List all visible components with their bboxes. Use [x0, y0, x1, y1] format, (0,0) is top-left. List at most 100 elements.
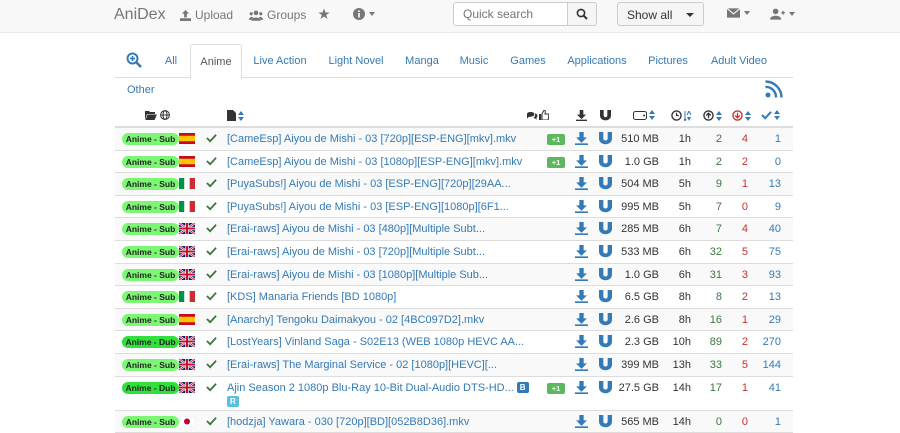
download-icon — [575, 267, 588, 281]
category-badge[interactable]: Anime - Sub — [122, 133, 179, 145]
torrent-title-link[interactable]: [Erai-raws] Aiyou de Mishi - 03 [720p][M… — [227, 246, 485, 258]
tab-applications[interactable]: Applications — [562, 44, 632, 78]
torrent-title-link[interactable]: [LostYears] Vinland Saga - S02E13 (WEB 1… — [227, 336, 524, 348]
download-button[interactable] — [575, 267, 588, 284]
user-dropdown[interactable] — [770, 8, 795, 20]
category-badge[interactable]: Anime - Sub — [122, 291, 179, 304]
category-badge[interactable]: Anime - Sub — [122, 178, 179, 191]
category-badge[interactable]: Anime - Dub — [122, 336, 179, 349]
torrent-title-link[interactable]: Ajin Season 2 1080p Blu-Ray 10-Bit Dual-… — [227, 381, 529, 408]
sort-seeders-button[interactable] — [703, 110, 722, 121]
torrent-title-link[interactable]: [CameEsp] Aiyou de Mishi - 03 [720p][ESP… — [227, 133, 516, 145]
magnet-link-button[interactable] — [599, 335, 612, 351]
download-button[interactable] — [575, 132, 588, 148]
groups-link[interactable]: Groups — [249, 8, 306, 22]
sort-age-button[interactable] — [671, 110, 692, 121]
category-badge[interactable]: Anime - Sub — [122, 358, 179, 371]
comment-count-badge[interactable]: +1 — [547, 382, 565, 394]
brand-logo[interactable]: AniDex — [114, 6, 166, 24]
download-button[interactable] — [575, 380, 588, 397]
magnet-link-button[interactable] — [599, 380, 612, 397]
checkmark-icon — [206, 292, 217, 301]
torrent-title-link[interactable]: [hodzja] Yawara - 030 [720p][BD][052B8D3… — [227, 416, 469, 428]
rss-feed-link[interactable] — [765, 80, 783, 101]
category-badge[interactable]: Anime - Sub — [122, 268, 179, 281]
flag-es-icon — [179, 313, 195, 325]
tag-badge: R — [227, 395, 239, 407]
torrent-title-link[interactable]: [PuyaSubs!] Aiyou de Mishi - 03 [ESP-ENG… — [227, 178, 511, 190]
torrent-title-link[interactable]: [Anarchy] Tengoku Daimakyou - 02 [4BC097… — [227, 314, 484, 326]
upload-link[interactable]: Upload — [180, 8, 233, 22]
search-input[interactable] — [453, 2, 568, 26]
download-button[interactable] — [575, 199, 588, 216]
tab-live-action[interactable]: Live Action — [249, 44, 311, 78]
magnet-link-button[interactable] — [599, 222, 612, 238]
torrent-age: 5h — [678, 200, 691, 213]
tab-pictures[interactable]: Pictures — [643, 44, 693, 78]
show-filter-select[interactable]: Show all — [617, 2, 704, 26]
flag-gb-icon — [179, 381, 195, 393]
upload-label: Upload — [195, 8, 234, 22]
download-button[interactable] — [575, 290, 588, 306]
download-button[interactable] — [575, 335, 588, 351]
magnet-link-button[interactable] — [599, 357, 612, 374]
torrent-title-link[interactable]: [Erai-raws] The Marginal Service - 02 [1… — [227, 359, 497, 371]
magnet-link-button[interactable] — [599, 290, 612, 306]
category-badge[interactable]: Anime - Dub — [122, 381, 179, 394]
category-badge[interactable]: Anime - Sub — [122, 200, 179, 213]
category-badge[interactable]: Anime - Sub — [122, 245, 179, 258]
magnet-link-button[interactable] — [599, 414, 612, 431]
seeders-count: 2 — [715, 133, 722, 145]
table-row: Anime - Sub [CameEsp] Aiyou de Mishi - 03… — [115, 151, 793, 174]
sort-leechers-button[interactable] — [732, 110, 751, 121]
info-dropdown[interactable] — [353, 8, 375, 20]
sort-category-button[interactable] — [145, 110, 170, 120]
torrent-title-link[interactable]: [KDS] Manaria Friends [BD 1080p] — [227, 291, 396, 303]
tab-all[interactable]: All — [155, 44, 187, 78]
magnet-link-button[interactable] — [599, 177, 612, 193]
magnet-link-button[interactable] — [599, 312, 612, 329]
messages-dropdown[interactable] — [727, 8, 750, 18]
sort-filename-button[interactable] — [227, 110, 244, 121]
tab-other[interactable]: Other — [127, 84, 155, 96]
download-icon — [575, 244, 588, 258]
download-button[interactable] — [575, 244, 588, 261]
category-badge[interactable]: Anime - Sub — [122, 313, 179, 326]
download-button[interactable] — [575, 414, 588, 431]
magnet-link-button[interactable] — [599, 154, 612, 171]
tab-anime[interactable]: Anime — [190, 44, 242, 79]
download-button[interactable] — [575, 177, 588, 193]
torrent-title-link[interactable]: [Erai-raws] Aiyou de Mishi - 03 [1080p][… — [227, 269, 488, 281]
advanced-search-button[interactable] — [123, 44, 145, 78]
comment-count-badge[interactable]: +1 — [547, 156, 565, 168]
sort-size-button[interactable] — [633, 110, 655, 120]
sort-completed-button[interactable] — [761, 110, 780, 120]
magnet-icon — [599, 267, 612, 280]
magnet-link-button[interactable] — [599, 132, 612, 148]
download-button[interactable] — [575, 222, 588, 238]
tab-music[interactable]: Music — [455, 44, 493, 78]
magnet-link-button[interactable] — [599, 244, 612, 261]
category-badge[interactable]: Anime - Sub — [122, 223, 179, 236]
magnet-link-button[interactable] — [599, 267, 612, 284]
tab-adult-video[interactable]: Adult Video — [705, 44, 773, 78]
torrent-size: 285 MB — [621, 223, 659, 236]
search-button[interactable] — [567, 2, 597, 26]
sort-comments-button[interactable] — [527, 110, 549, 120]
tab-games[interactable]: Games — [506, 44, 550, 78]
favorites-link[interactable] — [318, 8, 330, 20]
download-button[interactable] — [575, 154, 588, 171]
torrent-title-link[interactable]: [Erai-raws] Aiyou de Mishi - 03 [480p][M… — [227, 223, 485, 235]
torrent-title-link[interactable]: [CameEsp] Aiyou de Mishi - 03 [1080p][ES… — [227, 156, 522, 168]
magnet-link-button[interactable] — [599, 199, 612, 216]
comment-count-badge[interactable]: +1 — [547, 134, 565, 145]
tab-manga[interactable]: Manga — [401, 44, 443, 78]
leechers-count: 3 — [741, 268, 748, 281]
category-badge[interactable]: Anime - Sub — [122, 415, 179, 428]
category-badge[interactable]: Anime - Sub — [122, 155, 179, 168]
download-button[interactable] — [575, 312, 588, 329]
torrent-title-link[interactable]: [PuyaSubs!] Aiyou de Mishi - 03 [ESP-ENG… — [227, 201, 509, 213]
download-button[interactable] — [575, 357, 588, 374]
tab-light-novel[interactable]: Light Novel — [323, 44, 389, 78]
checkmark-icon — [206, 269, 217, 279]
